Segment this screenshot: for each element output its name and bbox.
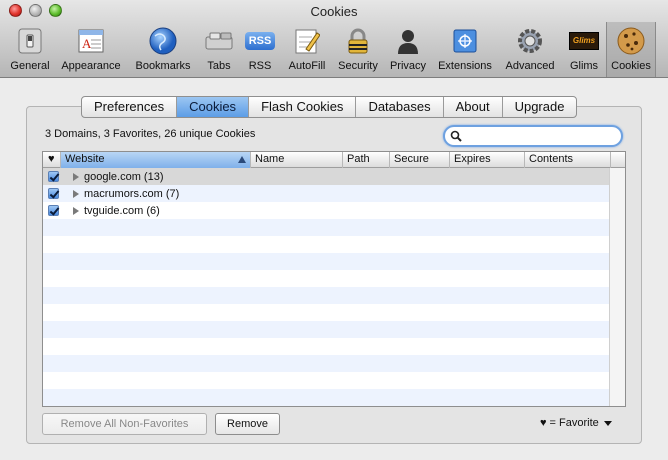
empty-row [43, 287, 611, 304]
appearance-icon: A [76, 26, 106, 56]
switch-icon [15, 26, 45, 56]
cookie-summary: 3 Domains, 3 Favorites, 26 unique Cookie… [45, 128, 256, 140]
tab-flash-cookies[interactable]: Flash Cookies [249, 97, 357, 117]
toolbar-item-advanced[interactable]: Advanced [500, 26, 560, 76]
globe-icon [148, 26, 178, 56]
tab-upgrade[interactable]: Upgrade [503, 97, 577, 117]
tab-about[interactable]: About [444, 97, 503, 117]
disclosure-triangle-icon[interactable] [73, 206, 79, 215]
empty-row [43, 270, 611, 287]
heart-icon: ♥ [540, 417, 547, 429]
disclosure-triangle-icon[interactable] [73, 172, 79, 181]
person-icon [393, 26, 423, 56]
favorite-legend-label: = Favorite [549, 417, 599, 429]
empty-row [43, 219, 611, 236]
tab-databases[interactable]: Databases [356, 97, 444, 117]
tabs-icon [204, 26, 234, 56]
search-icon [450, 130, 462, 142]
chevron-down-icon [603, 420, 612, 426]
column-header-website[interactable]: Website [61, 152, 251, 168]
website-cell: google.com (13) [84, 170, 164, 183]
window-toolbar: Cookies General A Appearance Bookmarks T… [0, 0, 668, 78]
window-title: Cookies [310, 4, 358, 19]
empty-row [43, 253, 611, 270]
toolbar-item-cookies[interactable]: Cookies [606, 22, 656, 77]
svg-text:A: A [82, 36, 92, 51]
column-header-path[interactable]: Path [343, 152, 390, 168]
tab-preferences[interactable]: Preferences [82, 97, 178, 117]
toolbar-item-general[interactable]: General [6, 26, 54, 76]
disclosure-triangle-icon[interactable] [73, 189, 79, 198]
toolbar-item-rss[interactable]: RSS RSS [242, 26, 278, 76]
extensions-icon [450, 26, 480, 56]
search-field[interactable] [443, 125, 623, 147]
vertical-scrollbar[interactable] [609, 168, 625, 406]
column-header-name[interactable]: Name [251, 152, 343, 168]
pencil-icon [292, 26, 322, 56]
website-cell: tvguide.com (6) [84, 204, 160, 217]
favorite-checkbox[interactable] [48, 188, 59, 199]
cookies-table: ♥ Website Name Path Secure Expires Conte… [42, 151, 626, 407]
table-row[interactable]: macrumors.com (7) [43, 185, 611, 202]
favorite-column-header[interactable]: ♥ [43, 152, 61, 168]
sort-ascending-icon [238, 156, 246, 163]
favorite-legend-menu[interactable]: ♥ = Favorite [540, 417, 612, 429]
gear-icon [515, 26, 545, 56]
column-header-secure[interactable]: Secure [390, 152, 450, 168]
empty-row [43, 304, 611, 321]
table-header: ♥ Website Name Path Secure Expires Conte… [43, 152, 625, 168]
glims-icon: Glims [569, 26, 599, 56]
toolbar-item-privacy[interactable]: Privacy [386, 26, 430, 76]
rss-icon: RSS [245, 26, 275, 56]
toolbar-item-bookmarks[interactable]: Bookmarks [130, 26, 196, 76]
toolbar-item-glims[interactable]: Glims Glims [564, 26, 604, 76]
toolbar-item-tabs[interactable]: Tabs [200, 26, 238, 76]
remove-all-non-favorites-button[interactable]: Remove All Non-Favorites [42, 413, 207, 435]
empty-row [43, 355, 611, 372]
favorite-checkbox[interactable] [48, 205, 59, 216]
lock-icon [343, 26, 373, 56]
toolbar-item-extensions[interactable]: Extensions [434, 26, 496, 76]
empty-row [43, 338, 611, 355]
empty-row [43, 389, 611, 406]
remove-button[interactable]: Remove [215, 413, 280, 435]
section-tabs: Preferences Cookies Flash Cookies Databa… [81, 96, 578, 118]
favorite-checkbox[interactable] [48, 171, 59, 182]
empty-row [43, 321, 611, 338]
cookie-icon [616, 26, 646, 56]
empty-row [43, 236, 611, 253]
empty-row [43, 372, 611, 389]
tab-cookies[interactable]: Cookies [177, 97, 250, 117]
table-row[interactable]: tvguide.com (6) [43, 202, 611, 219]
search-input[interactable] [465, 129, 615, 143]
toolbar-item-autofill[interactable]: AutoFill [284, 26, 330, 76]
table-row[interactable]: google.com (13) [43, 168, 611, 185]
toolbar-item-appearance[interactable]: A Appearance [56, 26, 126, 76]
column-header-expires[interactable]: Expires [450, 152, 525, 168]
website-cell: macrumors.com (7) [84, 187, 180, 200]
table-rows: google.com (13) macrumors.com (7) tvguid… [43, 168, 611, 406]
toolbar-item-security[interactable]: Security [334, 26, 382, 76]
column-header-contents[interactable]: Contents [525, 152, 611, 168]
